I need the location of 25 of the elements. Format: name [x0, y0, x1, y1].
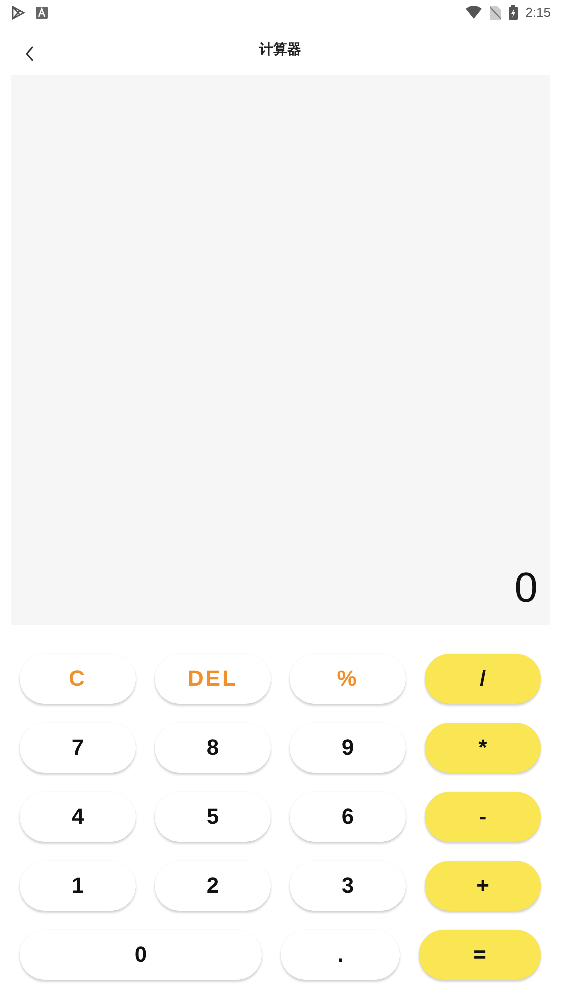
calculator-key[interactable]: . [281, 930, 400, 980]
calculator-key[interactable]: 3 [290, 861, 406, 911]
calculator-key[interactable]: 1 [20, 861, 136, 911]
calculator-key[interactable]: 6 [290, 792, 406, 842]
play-icon [10, 4, 26, 20]
calculator-key[interactable]: 7 [20, 723, 136, 773]
calculator-key[interactable]: 5 [155, 792, 271, 842]
calculator-key[interactable]: = [419, 930, 541, 980]
calculator-key[interactable]: 8 [155, 723, 271, 773]
calculator-key[interactable]: 9 [290, 723, 406, 773]
calculator-key[interactable]: - [425, 792, 541, 842]
back-icon[interactable] [25, 46, 35, 62]
app-icon [36, 6, 48, 18]
calculator-key[interactable]: 2 [155, 861, 271, 911]
battery-icon [508, 5, 518, 20]
calculator-key[interactable]: + [425, 861, 541, 911]
page-title: 计算器 [260, 41, 302, 59]
status-time: 2:15 [526, 5, 551, 20]
no-sim-icon [490, 6, 501, 20]
calculator-key[interactable]: 0 [20, 930, 262, 980]
display-value: 0 [514, 567, 539, 613]
calculator-key[interactable]: 4 [20, 792, 136, 842]
calculator-key[interactable]: / [425, 654, 541, 704]
calculator-key[interactable]: * [425, 723, 541, 773]
wifi-icon [466, 6, 482, 19]
